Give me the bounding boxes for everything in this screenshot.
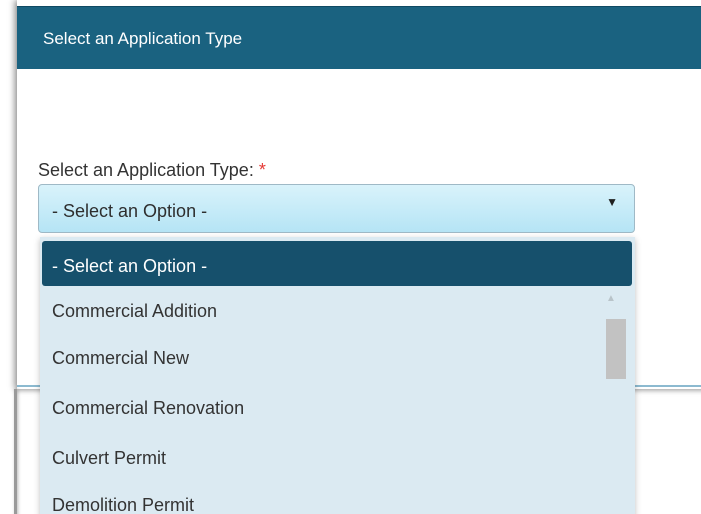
application-type-select[interactable]: - Select an Option - ▼ <box>38 184 635 233</box>
dropdown-option-demolition-permit[interactable]: Demolition Permit <box>52 495 194 514</box>
dropdown-option-commercial-addition[interactable]: Commercial Addition <box>52 301 217 322</box>
dropdown-option-select-an-option[interactable]: - Select an Option - <box>42 241 632 286</box>
scrollbar-thumb[interactable] <box>606 319 626 379</box>
dropdown-option-culvert-permit[interactable]: Culvert Permit <box>52 448 166 469</box>
chevron-down-icon[interactable]: ▼ <box>606 195 618 209</box>
panel-header: Select an Application Type <box>17 6 701 69</box>
dropdown-option-commercial-renovation[interactable]: Commercial Renovation <box>52 398 244 419</box>
dropdown-option-label: - Select an Option - <box>52 256 208 276</box>
panel-left-edge <box>14 389 17 514</box>
required-marker: * <box>258 160 266 180</box>
application-type-label-text: Select an Application Type: <box>38 160 254 180</box>
application-type-label: Select an Application Type: * <box>38 160 266 181</box>
panel-title: Select an Application Type <box>43 29 243 48</box>
application-type-dropdown-list[interactable]: - Select an Option - Commercial Addition… <box>40 237 635 514</box>
select-current-value: - Select an Option - <box>52 201 208 221</box>
scroll-up-arrow-icon[interactable]: ▲ <box>606 293 616 304</box>
application-type-page: Select an Application Type Select an App… <box>0 0 701 514</box>
dropdown-scrollbar[interactable]: ▲ <box>603 293 626 514</box>
dropdown-option-commercial-new[interactable]: Commercial New <box>52 348 189 369</box>
